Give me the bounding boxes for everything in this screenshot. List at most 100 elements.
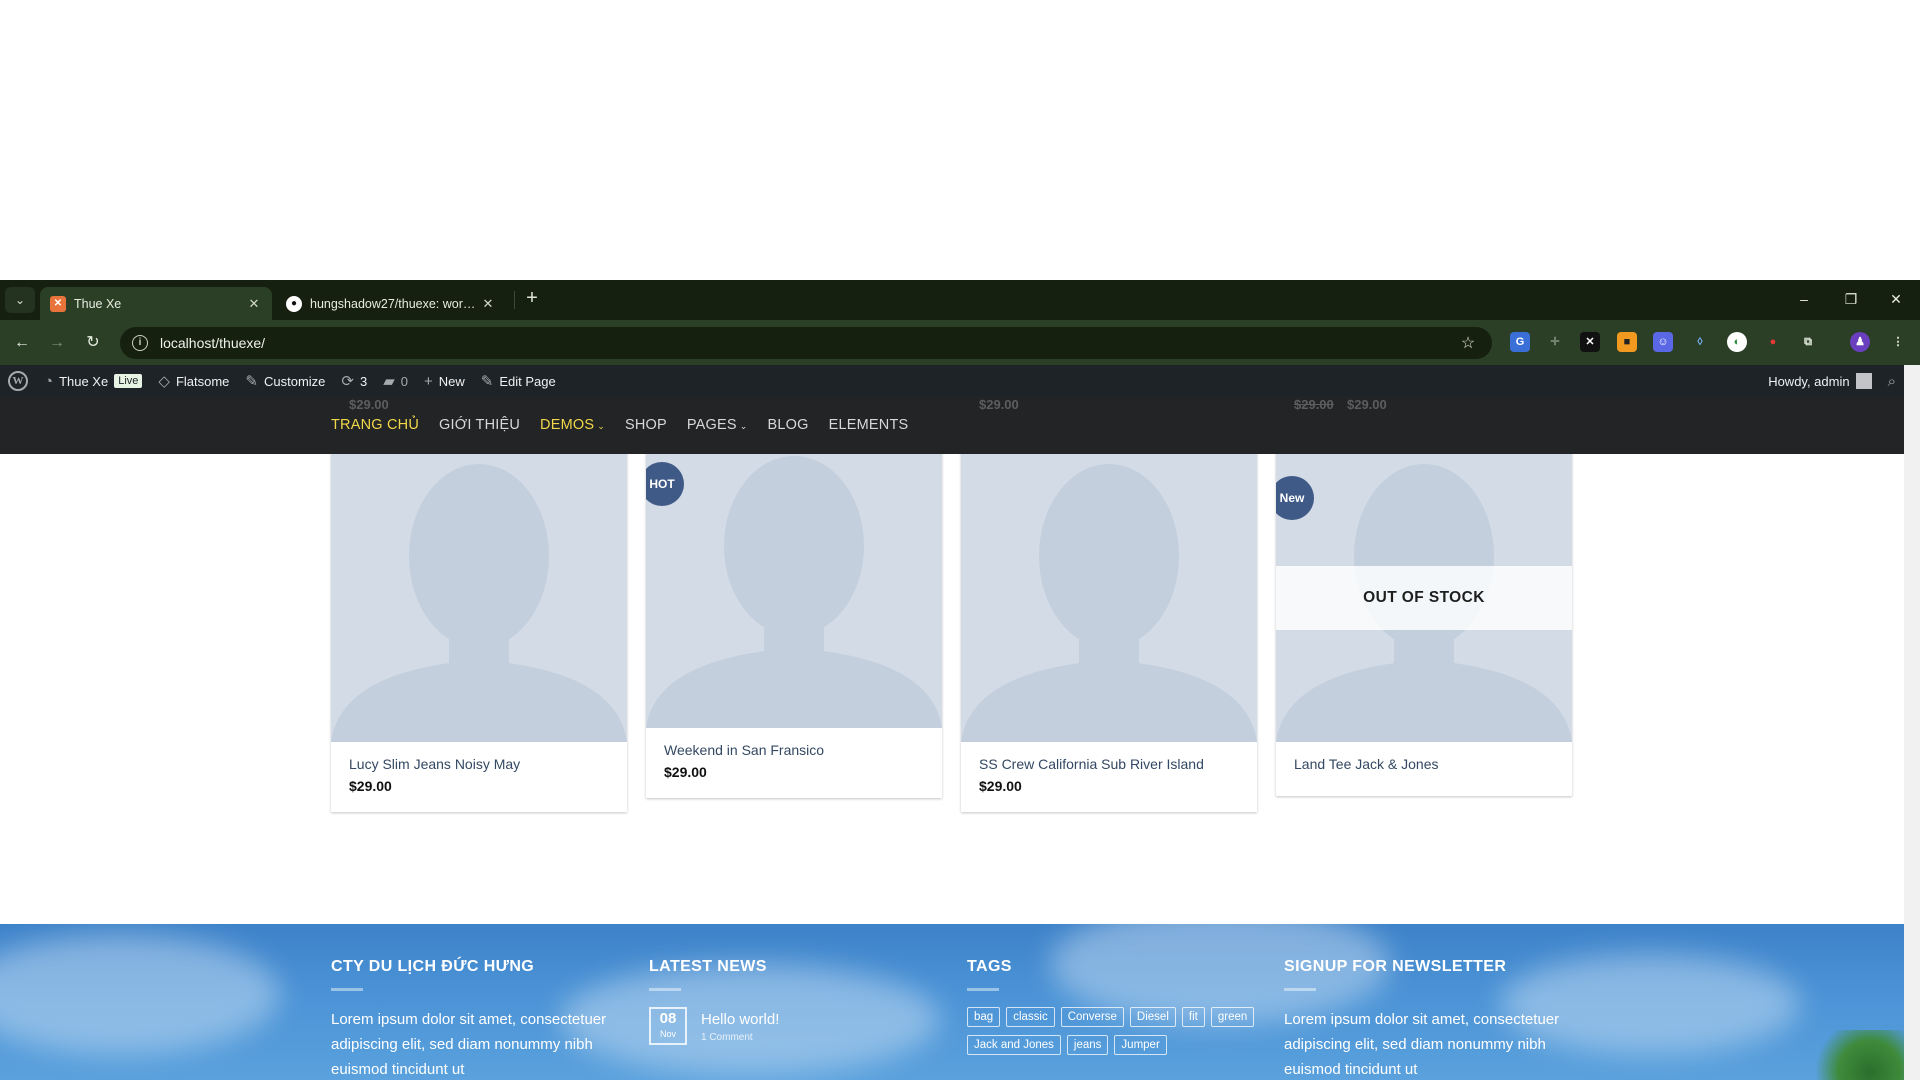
nav-item-trang-chu[interactable]: TRANG CHỦ [331,417,419,433]
nav-item-shop[interactable]: SHOP [625,417,667,433]
browser-toolbar: ← → ↻ i localhost/thuexe/ ☆ G ✛ ✕ ■ ☺ ◊ … [0,320,1920,365]
bookmark-star-icon[interactable]: ☆ [1456,333,1480,353]
footer-about-heading: CTY DU LỊCH ĐỨC HƯNG [331,958,535,975]
reload-icon[interactable]: ↻ [80,330,106,356]
nav-item-demos[interactable]: DEMOS⌄ [540,417,605,433]
product-card[interactable]: SS Crew California Sub River Island $29.… [961,434,1257,812]
comments-link[interactable]: ▰ 0 [375,365,416,397]
live-badge: Live [114,374,143,388]
account-menu[interactable]: Howdy, admin [1760,365,1879,397]
tag-link[interactable]: Jack and Jones [967,1035,1061,1055]
site-info-icon[interactable]: i [132,335,148,351]
product-card[interactable]: Lucy Slim Jeans Noisy May $29.00 [331,434,627,812]
close-tab-icon[interactable]: ✕ [246,296,262,312]
updates-icon: ⟳ [341,373,354,390]
minimize-button[interactable]: – [1788,286,1820,312]
pencil-icon: ✎ [480,373,494,390]
out-of-stock-label: OUT OF STOCK [1276,566,1572,630]
new-tab-button[interactable]: + [520,287,544,311]
tag-link[interactable]: classic [1006,1007,1055,1027]
search-icon: ⌕ [1887,372,1896,390]
nav-item-gioi-thieu[interactable]: GIỚI THIỆU [439,417,520,433]
footer-news-heading: LATEST NEWS [649,958,767,975]
page-scrollbar[interactable] [1904,365,1920,1080]
back-icon[interactable]: ← [9,330,35,356]
browser-menu-icon[interactable]: ⋮ [1888,332,1908,352]
updates-count: 3 [360,373,368,389]
customize-link[interactable]: ✎ Customize [237,365,333,397]
product-card[interactable]: HOT Weekend in San Fransico $29.00 [646,434,942,798]
product-card[interactable]: OUT OF STOCK New Land Tee Jack & Jones [1276,434,1572,796]
flatsome-label: Flatsome [175,373,230,389]
browser-tab-github[interactable]: ● hungshadow27/thuexe: wordpress ✕ [276,287,506,320]
tag-link[interactable]: Jumper [1114,1035,1167,1055]
wp-logo-menu[interactable]: W [0,365,36,397]
howdy-label: Howdy, admin [1768,373,1850,389]
site-name: Thue Xe [59,373,109,389]
updates-link[interactable]: ⟳ 3 [333,365,375,397]
close-window-button[interactable]: ✕ [1880,286,1912,312]
heading-divider [331,988,363,991]
comments-count: 0 [400,373,409,389]
drop-extension-icon[interactable]: ◊ [1690,332,1710,352]
tag-link[interactable]: fit [1181,1007,1205,1027]
placeholder-person-icon [961,434,1257,742]
chevron-down-icon: ⌄ [597,421,605,431]
heading-divider [967,988,999,991]
nav-item-demos-label: DEMOS [540,417,595,433]
xampp-icon: ✕ [50,295,66,312]
adblock-extension-icon[interactable]: ● [1763,332,1783,352]
product-name[interactable]: Weekend in San Fransico [664,742,924,758]
translate-extension-icon[interactable]: G [1510,332,1530,352]
footer-latest-news: LATEST NEWS 08 Nov Hello world! 1 Commen… [649,958,939,1045]
profile-avatar-icon[interactable]: ♟ [1850,332,1870,352]
forward-icon[interactable]: → [44,330,70,356]
footer-newsletter-heading: SIGNUP FOR NEWSLETTER [1284,958,1507,975]
tab-search-button[interactable]: ⌄ [5,287,35,313]
product-name[interactable]: Lucy Slim Jeans Noisy May [349,756,609,772]
product-name[interactable]: SS Crew California Sub River Island [979,756,1239,772]
post-month: Nov [659,1029,676,1039]
orange-extension-icon[interactable]: ■ [1617,332,1637,352]
color-wheel-extension-icon[interactable]: ◐ [1727,332,1747,352]
footer-newsletter: SIGNUP FOR NEWSLETTER Lorem ipsum dolor … [1284,958,1574,1080]
restore-button[interactable]: ❐ [1835,286,1867,312]
product-price: $29.00 [664,764,707,780]
address-url[interactable]: localhost/thuexe/ [160,335,1456,351]
extensions-puzzle-icon[interactable]: ⧉ [1798,332,1818,352]
tag-link[interactable]: Diesel [1129,1007,1176,1027]
nav-item-blog[interactable]: BLOG [768,417,809,433]
post-comment-count[interactable]: 1 Comment [701,1032,779,1043]
address-bar[interactable]: i localhost/thuexe/ ☆ [120,327,1492,359]
tag-link[interactable]: green [1210,1007,1255,1027]
heading-divider [649,988,681,991]
product-image[interactable]: HOT [646,434,942,728]
site-header-overlay [0,397,1904,454]
ruler-extension-icon[interactable]: ✛ [1545,332,1565,352]
site-name-menu[interactable]: ◔ Thue Xe Live [36,365,150,397]
tag-link[interactable]: bag [967,1007,1001,1027]
edit-page-link[interactable]: ✎ Edit Page [473,365,564,397]
customize-label: Customize [264,373,326,389]
nav-item-elements[interactable]: ELEMENTS [829,417,909,433]
product-name[interactable]: Land Tee Jack & Jones [1294,756,1554,772]
product-image[interactable]: OUT OF STOCK New [1276,434,1572,742]
admin-search[interactable]: ⌕ [1880,365,1904,397]
footer-tags-heading: TAGS [967,958,1012,975]
tag-link[interactable]: Converse [1060,1007,1124,1027]
footer-about-text: Lorem ipsum dolor sit amet, consectetuer… [331,1011,607,1078]
product-image[interactable] [331,434,627,742]
tag-link[interactable]: jeans [1066,1035,1109,1055]
post-title-link[interactable]: Hello world! [701,1011,779,1028]
news-item[interactable]: 08 Nov Hello world! 1 Comment [649,1007,939,1045]
close-tab-icon[interactable]: ✕ [480,296,496,312]
product-image[interactable] [961,434,1257,742]
puzzle-game-extension-icon[interactable]: ✕ [1580,332,1600,352]
browser-tab-active[interactable]: ✕ Thue Xe ✕ [40,287,272,320]
flatsome-menu[interactable]: ◇ Flatsome [150,365,237,397]
bot-extension-icon[interactable]: ☺ [1653,332,1673,352]
avatar [1855,373,1872,389]
ghost-price: $29.00 [349,397,389,412]
nav-item-pages[interactable]: PAGES⌄ [687,417,748,433]
new-content-menu[interactable]: + New [416,365,473,397]
